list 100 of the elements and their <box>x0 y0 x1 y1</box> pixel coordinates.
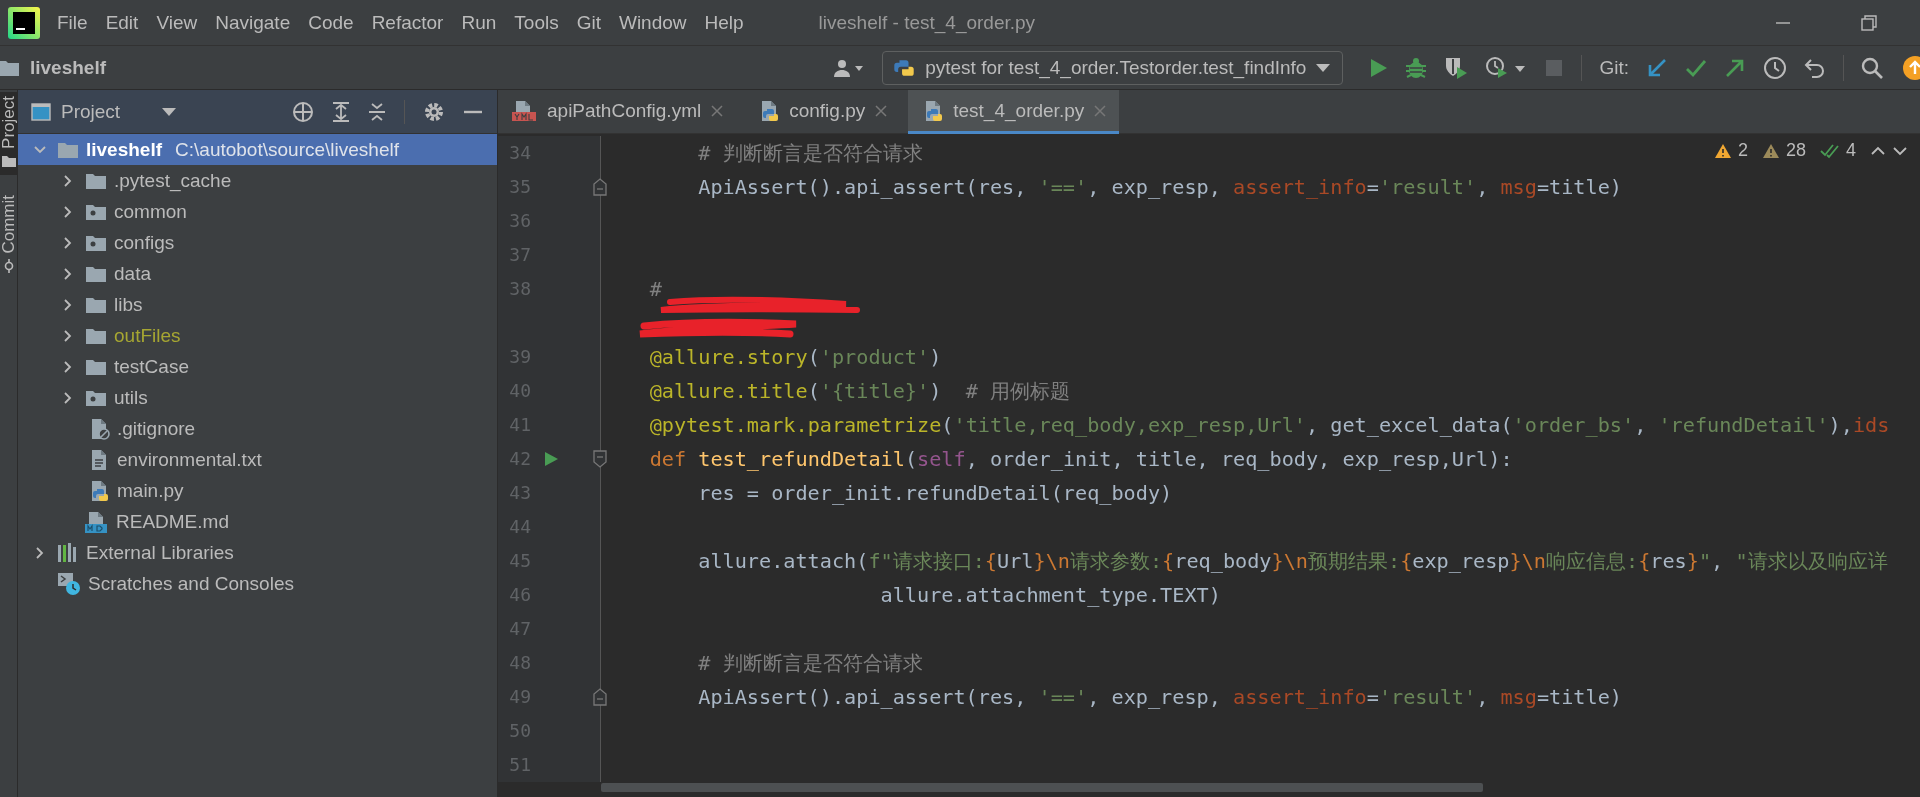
code-line: @allure.story('product') <box>649 344 942 371</box>
project-view-dropdown[interactable]: Project <box>31 100 183 123</box>
item-name: liveshelf <box>86 138 163 161</box>
library-bars-icon <box>57 541 79 564</box>
item-name: environmental.txt <box>117 448 262 471</box>
tree-item[interactable]: main.py <box>18 475 497 506</box>
shield-run-icon[interactable] <box>1444 55 1469 80</box>
menu-item[interactable]: Git <box>567 7 610 38</box>
warning-count: 28 <box>1785 140 1806 161</box>
item-name: README.md <box>116 510 229 533</box>
window-title: liveshelf - test_4_order.py <box>818 11 1036 34</box>
typo-count: 4 <box>1846 140 1856 161</box>
menu-item[interactable]: Navigate <box>206 7 300 38</box>
tree-item[interactable]: README.md <box>18 506 497 537</box>
undo-icon[interactable] <box>1804 56 1826 79</box>
search-icon[interactable] <box>1861 56 1883 79</box>
fold-icon[interactable] <box>592 450 608 468</box>
editor-tab[interactable]: apiPathConfig.yml <box>498 90 737 134</box>
settings-icon[interactable] <box>423 100 445 123</box>
menu-item[interactable]: Help <box>695 7 753 38</box>
project-name[interactable]: liveshelf <box>30 56 107 79</box>
code-line: allure.attachment_type.TEXT) <box>880 582 1221 609</box>
tree-item[interactable]: liveshelf C:\autobot\source\liveshelf <box>18 134 497 165</box>
menu-item[interactable]: Tools <box>505 7 568 38</box>
window-icon <box>31 102 51 121</box>
code-line: def test_refundDetail(self, order_init, title, req_body, exp_resp,Url): <box>649 446 1513 473</box>
tree-item[interactable]: .gitignore <box>18 413 497 444</box>
tab-label: test_4_order.py <box>953 99 1085 122</box>
update-arrow-icon[interactable] <box>1646 56 1668 79</box>
chevron-down-icon[interactable] <box>1892 144 1908 157</box>
warning-icon <box>1713 142 1732 159</box>
crosshair-icon[interactable] <box>292 100 314 123</box>
git-label: Git: <box>1599 56 1629 79</box>
tree-item[interactable]: environmental.txt <box>18 444 497 475</box>
tree-item[interactable]: External Libraries <box>18 537 497 568</box>
history-clock-icon[interactable] <box>1763 55 1787 80</box>
editor-tab[interactable]: config.py <box>744 90 901 134</box>
code-line: # <box>649 276 662 303</box>
bug-icon[interactable] <box>1405 56 1428 79</box>
tab-label: config.py <box>789 99 866 122</box>
tree-item[interactable]: common <box>18 196 497 227</box>
tree-item[interactable]: Scratches and Consoles <box>18 568 497 599</box>
commit-icon <box>2 259 15 274</box>
code-line: allure.attach(f"请求接口:{Url}\n请求参数:{req_body}\n预期结果:{exp_resp}\n响应信息:{res}", "请求以及响应详 <box>698 548 1888 575</box>
caret-icon <box>162 106 177 117</box>
app-logo <box>8 6 40 39</box>
tree-item[interactable]: utils <box>18 382 497 413</box>
code-line: # 判断断言是否符合请求 <box>698 650 923 677</box>
tree-item[interactable]: .pytest_cache <box>18 165 497 196</box>
item-name: Scratches and Consoles <box>88 572 294 595</box>
markdown-file-icon <box>85 510 109 533</box>
menu-item[interactable]: Window <box>609 7 696 38</box>
code-line: @allure.title('{title}') # 用例标题 <box>649 378 1070 405</box>
tree-item[interactable]: libs <box>18 289 497 320</box>
item-name: libs <box>114 293 143 316</box>
console-clock-icon <box>57 571 81 596</box>
menu-item[interactable]: Code <box>299 7 363 38</box>
menu-item[interactable]: View <box>147 7 207 38</box>
item-name: outFiles <box>114 324 181 347</box>
fold-icon[interactable] <box>592 688 608 706</box>
item-name: data <box>114 262 151 285</box>
chevron-up-icon[interactable] <box>1870 144 1886 157</box>
horizontal-scrollbar[interactable] <box>601 783 1483 792</box>
yml-file-icon <box>512 99 538 122</box>
tree-item[interactable]: outFiles <box>18 320 497 351</box>
tree-item[interactable]: testCase <box>18 351 497 382</box>
tab-label: apiPathConfig.yml <box>547 99 702 122</box>
collapse-all-icon[interactable] <box>368 100 386 123</box>
item-name: .gitignore <box>117 417 196 440</box>
code-line: ApiAssert().api_assert(res, '==', exp_resp, assert_info='result', msg=title) <box>698 174 1622 201</box>
restore-icon[interactable] <box>1860 13 1878 32</box>
item-name: testCase <box>114 355 189 378</box>
warning-icon <box>1761 142 1780 159</box>
error-count: 2 <box>1737 140 1748 161</box>
menu-item[interactable]: Edit <box>96 7 148 38</box>
tree-item[interactable]: data <box>18 258 497 289</box>
expand-all-icon[interactable] <box>332 100 350 123</box>
run-icon[interactable] <box>543 451 559 467</box>
item-name: External Libraries <box>86 541 234 564</box>
clock-run-dropdown-icon[interactable] <box>1485 55 1528 80</box>
code-line: @pytest.mark.parametrize('title,req_body,exp_resp,Url', get_excel_data('order_bs', 'refundDetail'),ids <box>649 412 1890 439</box>
item-name: configs <box>114 231 175 254</box>
project-path: C:\autobot\source\liveshelf <box>175 138 399 161</box>
item-name: common <box>114 200 187 223</box>
item-name: .pytest_cache <box>114 169 232 192</box>
folder-icon <box>1 154 16 167</box>
menu-item[interactable]: Refactor <box>362 7 453 38</box>
tree-item[interactable]: configs <box>18 227 497 258</box>
menu-item[interactable]: Run <box>452 7 506 38</box>
editor-tab[interactable]: test_4_order.py <box>908 90 1120 134</box>
tool-window-tab[interactable]: Commit <box>0 190 17 282</box>
run-icon[interactable] <box>1368 56 1389 79</box>
double-check-icon <box>1820 142 1840 159</box>
run-config-dropdown[interactable]: pytest for test_4_order.Testorder.test_findInfo <box>882 50 1344 85</box>
fold-icon[interactable] <box>592 178 608 196</box>
person-dropdown-icon[interactable] <box>833 57 866 78</box>
item-name: utils <box>114 386 148 409</box>
menu-item[interactable]: File <box>48 7 97 38</box>
code-line: ApiAssert().api_assert(res, '==', exp_resp, assert_info='result', msg=title) <box>698 684 1622 711</box>
item-name: main.py <box>117 479 184 502</box>
